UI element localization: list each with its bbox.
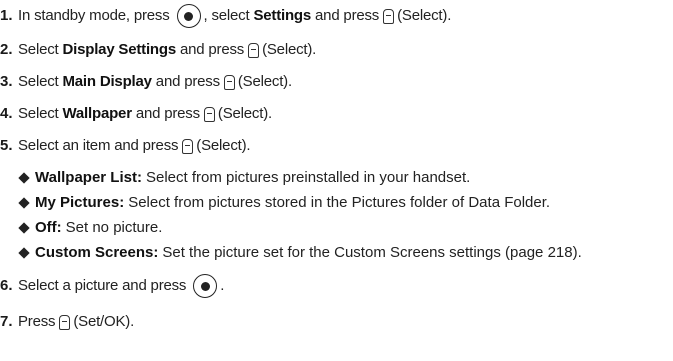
step-text: Press (18, 313, 56, 330)
step-1: 1. In standby mode, press , select Setti… (0, 4, 452, 28)
option-label: Custom Screens: (35, 244, 159, 261)
center-select-key-icon (176, 4, 201, 28)
step-number: 4. (0, 105, 13, 122)
step-text: (Select). (262, 41, 317, 58)
diamond-bullet-icon (18, 197, 30, 209)
left-softkey-icon (182, 138, 194, 154)
option-description: Select from pictures preinstalled in you… (145, 169, 471, 186)
step-number: 1. (0, 7, 13, 24)
step-text: and press (135, 105, 200, 122)
step-number: 7. (0, 313, 13, 330)
step-5: 5. Select an item and press (Select). (0, 136, 251, 156)
left-softkey-icon (203, 106, 215, 122)
step-text: and press (155, 73, 220, 90)
left-softkey-icon (248, 42, 260, 58)
option-label: My Pictures: (35, 194, 125, 211)
step-text: Select an item and press (18, 137, 179, 154)
step-number: 3. (0, 73, 13, 90)
step-text: Select (18, 73, 59, 90)
option-bullet-off: Off: Set no picture. (18, 218, 162, 238)
step-text: (Select). (237, 73, 292, 90)
step-text: (Select). (217, 105, 272, 122)
instruction-page: 1. In standby mode, press , select Setti… (0, 0, 673, 361)
left-softkey-icon (383, 8, 395, 24)
option-label: Wallpaper List: (35, 169, 142, 186)
step-text: (Select). (196, 137, 251, 154)
center-select-key-icon (193, 274, 218, 298)
step-text: Select (18, 105, 59, 122)
option-description: Set the picture set for the Custom Scree… (162, 244, 582, 261)
step-menu-name: Wallpaper (62, 105, 133, 122)
option-bullet-custom-screens: Custom Screens: Set the picture set for … (18, 243, 582, 263)
step-4: 4. Select Wallpaper and press (Select). (0, 104, 272, 124)
step-text: . (220, 277, 225, 294)
step-number: 6. (0, 277, 13, 294)
step-text: and press (315, 7, 380, 24)
step-2: 2. Select Display Settings and press (Se… (0, 40, 316, 60)
option-label: Off: (35, 219, 62, 236)
step-menu-name: Settings (253, 7, 312, 24)
step-text: Select (18, 41, 59, 58)
diamond-bullet-icon (18, 172, 30, 184)
step-7: 7. Press (Set/OK). (0, 312, 134, 332)
step-3: 3. Select Main Display and press (Select… (0, 72, 292, 92)
step-text: Select a picture and press (18, 277, 187, 294)
step-6: 6. Select a picture and press . (0, 274, 225, 298)
step-menu-name: Main Display (62, 73, 152, 90)
step-text: (Select). (397, 7, 452, 24)
left-softkey-icon (223, 74, 235, 90)
diamond-bullet-icon (18, 222, 30, 234)
left-softkey-icon (59, 314, 71, 330)
option-description: Select from pictures stored in the Pictu… (128, 194, 551, 211)
step-text: and press (180, 41, 245, 58)
option-bullet-my-pictures: My Pictures: Select from pictures stored… (18, 193, 550, 213)
step-text: (Set/OK). (73, 313, 135, 330)
step-text: In standby mode, press (18, 7, 170, 24)
step-number: 2. (0, 41, 13, 58)
diamond-bullet-icon (18, 247, 30, 259)
step-number: 5. (0, 137, 13, 154)
step-menu-name: Display Settings (62, 41, 177, 58)
option-bullet-wallpaper-list: Wallpaper List: Select from pictures pre… (18, 168, 470, 188)
option-description: Set no picture. (65, 219, 163, 236)
step-text: , select (203, 7, 250, 24)
